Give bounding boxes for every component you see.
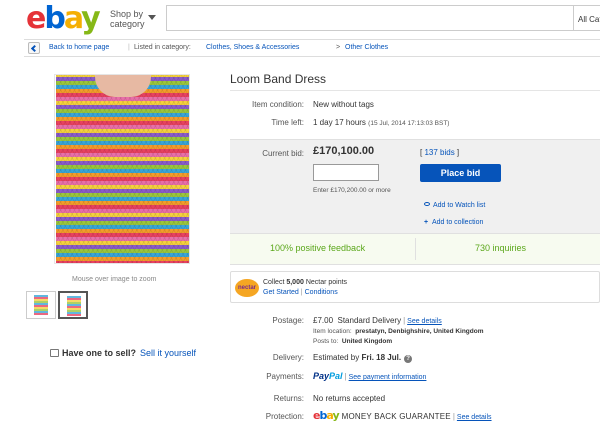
tag-icon bbox=[50, 349, 59, 357]
current-bid-label: Current bid: bbox=[262, 149, 304, 158]
postage-value: £7.00 Standard Delivery | See details bbox=[313, 316, 442, 325]
add-to-collection[interactable]: + Add to collection bbox=[424, 219, 483, 226]
nectar-links: Get Started | Conditions bbox=[263, 289, 338, 296]
delivery-value: Estimated by Fri. 18 Jul.? bbox=[313, 353, 413, 363]
loom-band-dress-photo bbox=[56, 75, 189, 263]
logo-y: y bbox=[81, 1, 101, 36]
search-category-select[interactable]: All Cat bbox=[574, 5, 600, 31]
postage-price: £7.00 bbox=[313, 316, 334, 325]
breadcrumb-category-other[interactable]: Other Clothes bbox=[345, 40, 388, 56]
watch-list-link[interactable]: Add to Watch list bbox=[433, 202, 485, 209]
paypal-logo: PayPal bbox=[313, 371, 343, 381]
nectar-collect-suffix: Nectar points bbox=[303, 279, 348, 286]
back-to-home-link[interactable]: Back to home page bbox=[49, 40, 109, 56]
logo-b: b bbox=[44, 1, 66, 36]
breadcrumb-separator: | bbox=[128, 44, 130, 51]
paypal-pal: Pal bbox=[329, 371, 343, 381]
paypal-pay: Pay bbox=[313, 371, 330, 381]
thumbnail-image bbox=[67, 296, 81, 316]
nectar-promo: nectar Collect 5,000 Nectar points Get S… bbox=[230, 271, 600, 303]
current-bid-price: £170,100.00 bbox=[313, 145, 375, 157]
item-location-label: Item location: bbox=[313, 328, 352, 335]
thumbnail-image bbox=[34, 295, 48, 315]
logo-a: a bbox=[63, 1, 83, 36]
time-left: 1 day 17 hours bbox=[313, 118, 366, 127]
breadcrumb: Back to home page | Listed in category: … bbox=[24, 39, 600, 57]
see-payment-info-link[interactable]: See payment information bbox=[349, 374, 427, 381]
protection-value: ebay MONEY BACK GUARANTEE | See details bbox=[313, 409, 492, 422]
category-label: category bbox=[110, 19, 145, 29]
ebay-mbg-logo: ebay bbox=[313, 409, 340, 422]
time-left-value: 1 day 17 hours (15 Jul, 2014 17:13:03 BS… bbox=[313, 118, 449, 127]
posts-to: Posts to: United Kingdom bbox=[313, 338, 392, 345]
shop-by-label: Shop by bbox=[110, 9, 144, 19]
thumbnail-1[interactable] bbox=[26, 291, 56, 319]
protection-see-details-link[interactable]: See details bbox=[457, 414, 492, 421]
item-location: Item location: prestatyn, Denbighshire, … bbox=[313, 328, 484, 335]
returns-label: Returns: bbox=[273, 394, 304, 403]
bids-count[interactable]: [ 137 bids ] bbox=[420, 148, 459, 157]
main-item-image[interactable] bbox=[54, 74, 190, 264]
conditions-link[interactable]: Conditions bbox=[305, 289, 338, 296]
positive-feedback: 100% positive feedback bbox=[270, 243, 366, 253]
returns-value: No returns accepted bbox=[313, 394, 386, 403]
get-started-link[interactable]: Get Started bbox=[263, 289, 299, 296]
stats-divider bbox=[415, 238, 416, 260]
breadcrumb-category-clothes[interactable]: Clothes, Shoes & Accessories bbox=[206, 40, 299, 56]
place-bid-button[interactable]: Place bid bbox=[420, 164, 501, 182]
item-title: Loom Band Dress bbox=[230, 72, 327, 86]
item-location-value: prestatyn, Denbighshire, United Kingdom bbox=[355, 328, 484, 335]
protection-label: Protection: bbox=[265, 412, 304, 421]
title-divider bbox=[230, 90, 600, 91]
delivery-prefix: Estimated by bbox=[313, 353, 360, 362]
delivery-date: Fri. 18 Jul. bbox=[361, 353, 402, 362]
back-arrow-icon[interactable] bbox=[28, 42, 40, 54]
bid-amount-input[interactable] bbox=[313, 164, 379, 181]
payments-label: Payments: bbox=[266, 372, 304, 381]
sell-question: Have one to sell? bbox=[62, 348, 137, 358]
breadcrumb-arrow: > bbox=[336, 44, 341, 51]
header: ebay Shop by category All Cat bbox=[0, 0, 600, 36]
sell-prompt: Have one to sell? Sell it yourself bbox=[50, 348, 196, 358]
ebay-logo[interactable]: ebay bbox=[26, 1, 101, 36]
postage-label: Postage: bbox=[272, 316, 304, 325]
nectar-logo: nectar bbox=[235, 279, 259, 297]
thumbnail-2[interactable] bbox=[58, 291, 88, 319]
zoom-hint: Mouse over image to zoom bbox=[72, 276, 157, 283]
condition-label: Item condition: bbox=[251, 100, 304, 109]
help-icon[interactable]: ? bbox=[404, 355, 413, 363]
logo-e: e bbox=[26, 1, 46, 36]
min-bid-hint: Enter £170,200.00 or more bbox=[313, 187, 391, 194]
delivery-label: Delivery: bbox=[272, 353, 304, 362]
end-time: (15 Jul, 2014 17:13:03 BST) bbox=[368, 120, 450, 127]
add-to-watch-list[interactable]: Add to Watch list bbox=[424, 202, 485, 209]
sell-it-yourself-link[interactable]: Sell it yourself bbox=[140, 348, 196, 358]
payments-value: PayPal | See payment information bbox=[313, 371, 427, 381]
plus-icon: + bbox=[424, 219, 429, 226]
posts-to-value: United Kingdom bbox=[341, 338, 393, 345]
chevron-down-icon bbox=[148, 15, 156, 20]
listed-in-label: Listed in category: bbox=[134, 44, 191, 51]
nectar-collect-text: Collect 5,000 Nectar points bbox=[263, 279, 347, 286]
nectar-points: 5,000 bbox=[286, 279, 304, 286]
nectar-collect-prefix: Collect bbox=[263, 279, 287, 286]
posts-to-label: Posts to: bbox=[313, 338, 339, 345]
bids-link[interactable]: 137 bids bbox=[424, 148, 454, 157]
collection-link[interactable]: Add to collection bbox=[432, 219, 483, 226]
time-left-label: Time left: bbox=[271, 118, 304, 127]
eye-icon bbox=[424, 202, 430, 206]
postage-see-details-link[interactable]: See details bbox=[407, 318, 442, 325]
condition-value: New without tags bbox=[313, 100, 374, 109]
inquiries-count: 730 inquiries bbox=[475, 243, 527, 253]
delivery-service: Standard Delivery bbox=[337, 316, 402, 325]
search-input[interactable] bbox=[166, 5, 574, 31]
money-back-guarantee: MONEY BACK GUARANTEE bbox=[341, 412, 451, 421]
shop-by-category-button[interactable]: Shop by category bbox=[110, 9, 156, 29]
